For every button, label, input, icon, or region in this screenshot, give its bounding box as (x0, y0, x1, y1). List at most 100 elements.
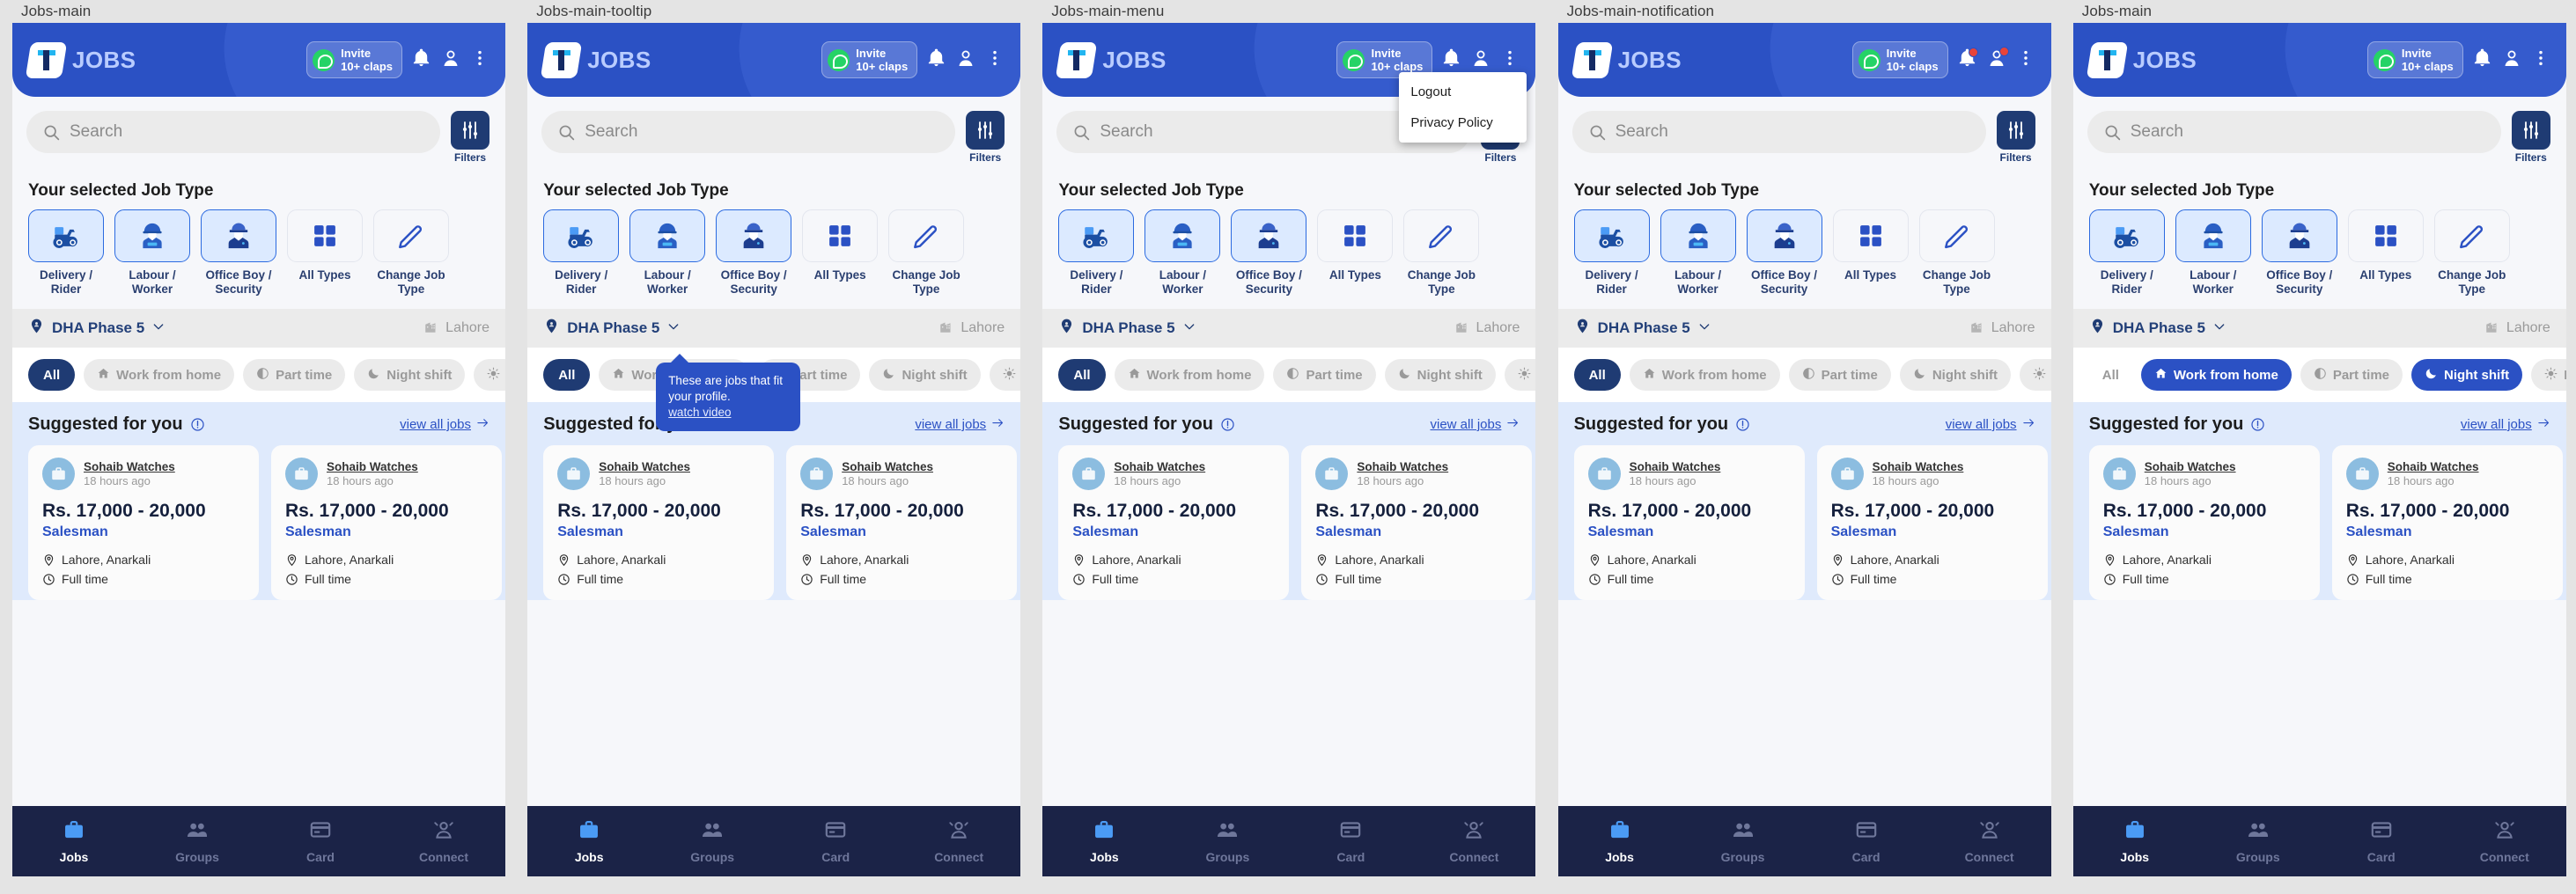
nav-item-connect[interactable]: Connect (1928, 818, 2051, 864)
view-all-jobs-link[interactable]: view all jobs (2461, 416, 2550, 433)
job-type-worker[interactable]: Labour / Worker (1144, 209, 1221, 297)
nav-item-jobs[interactable]: Jobs (1558, 818, 1682, 864)
job-type-grid[interactable]: All Types (287, 209, 363, 297)
nav-item-groups[interactable]: Groups (136, 818, 259, 864)
chip-night-shift[interactable]: Night shift (354, 359, 466, 391)
company-name[interactable]: Sohaib Watches (1873, 460, 1964, 473)
job-type-scooter[interactable]: Delivery / Rider (1058, 209, 1135, 297)
company-name[interactable]: Sohaib Watches (84, 460, 175, 473)
job-type-worker[interactable]: Labour / Worker (114, 209, 190, 297)
job-card[interactable]: Sohaib Watches 18 hours ago Rs. 17,000 - 2… (543, 445, 775, 600)
invite-button[interactable]: Invite 10+ claps (2366, 41, 2463, 78)
bell-icon[interactable] (926, 48, 946, 72)
chip-full-time[interactable]: Full time (989, 359, 1021, 391)
job-card[interactable]: Sohaib Watches 18 hours ago Rs. 17,000 - 2… (786, 445, 1018, 600)
chip-full-time[interactable]: Full time (2020, 359, 2051, 391)
location-selector[interactable]: DHA Phase 5 (2089, 318, 2226, 339)
menu-item-privacy-policy[interactable]: Privacy Policy (1399, 107, 1527, 138)
info-circle-icon[interactable] (1220, 417, 1235, 432)
job-type-security-guard[interactable]: Office Boy / Security (716, 209, 792, 297)
job-type-pencil[interactable]: Change Job Type (2433, 209, 2510, 297)
filters-button[interactable]: Filters (964, 111, 1006, 164)
job-card[interactable]: Sohaib Watches 18 hours ago Rs. 17,000 - 2… (1301, 445, 1533, 600)
chip-full-time[interactable]: Full time (1504, 359, 1536, 391)
chip-night-shift[interactable]: Night shift (869, 359, 981, 391)
chip-all[interactable]: All (2089, 359, 2132, 391)
nav-item-jobs[interactable]: Jobs (1042, 818, 1166, 864)
nav-item-card[interactable]: Card (1805, 818, 1928, 864)
job-type-grid[interactable]: All Types (802, 209, 879, 297)
profile-icon[interactable] (1470, 48, 1491, 73)
nav-item-groups[interactable]: Groups (2197, 818, 2320, 864)
bell-icon[interactable] (1441, 48, 1461, 72)
search-input[interactable]: Search (26, 111, 440, 153)
profile-icon[interactable] (2501, 48, 2522, 73)
job-type-worker[interactable]: Labour / Worker (2175, 209, 2251, 297)
chip-night-shift[interactable]: Night shift (2411, 359, 2523, 391)
company-name[interactable]: Sohaib Watches (327, 460, 418, 473)
chip-work-from-home[interactable]: Work from home (1629, 359, 1780, 391)
job-type-grid[interactable]: All Types (1832, 209, 1909, 297)
nav-item-groups[interactable]: Groups (651, 818, 774, 864)
search-input[interactable]: Search (2087, 111, 2501, 153)
chip-part-time[interactable]: Part time (1273, 359, 1376, 391)
chip-work-from-home[interactable]: Work from home (1114, 359, 1265, 391)
job-card[interactable]: Sohaib Watches 18 hours ago Rs. 17,000 - 2… (2088, 445, 2320, 600)
invite-button[interactable]: Invite 10+ claps (821, 41, 918, 78)
job-type-worker[interactable]: Labour / Worker (1660, 209, 1736, 297)
job-card[interactable]: Sohaib Watches 18 hours ago Rs. 17,000 - 2… (271, 445, 502, 600)
filters-button[interactable]: Filters (449, 111, 491, 164)
filters-button[interactable]: Filters (1995, 111, 2037, 164)
job-type-scooter[interactable]: Delivery / Rider (543, 209, 620, 297)
job-card[interactable]: Sohaib Watches 18 hours ago Rs. 17,000 - 2… (2331, 445, 2563, 600)
chip-part-time[interactable]: Part time (2300, 359, 2403, 391)
company-name[interactable]: Sohaib Watches (1357, 460, 1448, 473)
company-name[interactable]: Sohaib Watches (842, 460, 933, 473)
kebab-menu-icon[interactable] (985, 48, 1005, 72)
nav-item-groups[interactable]: Groups (1682, 818, 1805, 864)
kebab-menu-icon[interactable] (470, 48, 489, 72)
profile-icon[interactable] (1986, 46, 2009, 73)
profile-icon[interactable] (440, 48, 461, 73)
location-selector[interactable]: DHA Phase 5 (1058, 318, 1196, 339)
filters-button[interactable]: Filters (2510, 111, 2552, 164)
chip-part-time[interactable]: Part time (243, 359, 346, 391)
info-circle-icon[interactable] (2250, 417, 2265, 432)
chip-all[interactable]: All (28, 359, 76, 391)
job-type-scooter[interactable]: Delivery / Rider (2088, 209, 2165, 297)
nav-item-jobs[interactable]: Jobs (2073, 818, 2197, 864)
company-name[interactable]: Sohaib Watches (2145, 460, 2236, 473)
job-type-security-guard[interactable]: Office Boy / Security (201, 209, 276, 297)
location-selector[interactable]: DHA Phase 5 (1574, 318, 1711, 339)
location-selector[interactable]: DHA Phase 5 (28, 318, 166, 339)
company-name[interactable]: Sohaib Watches (2388, 460, 2479, 473)
search-input[interactable]: Search (1571, 111, 1986, 153)
chip-full-time[interactable]: Full time (2531, 359, 2566, 391)
job-type-pencil[interactable]: Change Job Type (1403, 209, 1480, 297)
job-type-pencil[interactable]: Change Job Type (1918, 209, 1995, 297)
job-type-pencil[interactable]: Change Job Type (373, 209, 449, 297)
nav-item-card[interactable]: Card (2320, 818, 2443, 864)
kebab-menu-icon[interactable] (2531, 48, 2550, 72)
bell-icon[interactable] (411, 48, 431, 72)
info-circle-icon[interactable] (190, 417, 205, 432)
job-card[interactable]: Sohaib Watches 18 hours ago Rs. 17,000 - 2… (28, 445, 259, 600)
nav-item-connect[interactable]: Connect (897, 818, 1020, 864)
bell-icon[interactable] (1957, 48, 1978, 72)
chip-full-time[interactable]: Full time (474, 359, 505, 391)
view-all-jobs-link[interactable]: view all jobs (915, 416, 1005, 433)
chip-all[interactable]: All (1058, 359, 1106, 391)
job-card[interactable]: Sohaib Watches 18 hours ago Rs. 17,000 - 2… (1573, 445, 1805, 600)
company-name[interactable]: Sohaib Watches (1630, 460, 1721, 473)
invite-button[interactable]: Invite 10+ claps (306, 41, 402, 78)
job-card[interactable]: Sohaib Watches 18 hours ago Rs. 17,000 - 2… (1058, 445, 1290, 600)
chip-work-from-home[interactable]: Work from home (2140, 359, 2292, 391)
chip-part-time[interactable]: Part time (1788, 359, 1891, 391)
nav-item-card[interactable]: Card (1289, 818, 1412, 864)
nav-item-card[interactable]: Card (774, 818, 897, 864)
job-type-scooter[interactable]: Delivery / Rider (1573, 209, 1650, 297)
job-type-worker[interactable]: Labour / Worker (629, 209, 706, 297)
nav-item-card[interactable]: Card (259, 818, 382, 864)
job-type-security-guard[interactable]: Office Boy / Security (2261, 209, 2337, 297)
menu-item-logout[interactable]: Logout (1399, 77, 1527, 107)
